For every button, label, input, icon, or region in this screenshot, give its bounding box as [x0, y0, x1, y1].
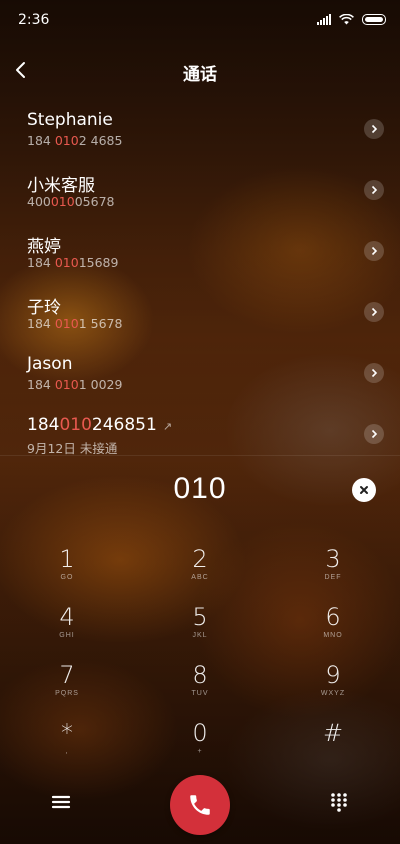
key-star[interactable]: *, [12, 718, 122, 772]
contact-number: 184 0102 4685 [27, 133, 123, 148]
key-0[interactable]: 0 + [145, 718, 255, 772]
bottom-bar [0, 770, 400, 840]
contact-detail-button[interactable] [364, 241, 384, 261]
contact-item[interactable]: 子玲 184 0101 5678 [0, 281, 400, 342]
contact-number: 184 0101 0029 [27, 377, 123, 392]
contact-detail-button[interactable] [364, 363, 384, 383]
key-7[interactable]: 7 PQRS [12, 660, 122, 714]
contact-item[interactable]: Stephanie 184 0102 4685 [0, 98, 400, 159]
header: 通话 [0, 50, 400, 90]
page-title: 通话 [183, 65, 217, 85]
contact-detail-button[interactable] [364, 180, 384, 200]
chevron-right-icon [371, 185, 378, 195]
key-1[interactable]: 1 GO [12, 544, 122, 598]
dialed-number: 010 [173, 472, 227, 505]
chevron-right-icon [371, 246, 378, 256]
menu-button[interactable] [50, 792, 72, 812]
contact-name: Jason [27, 354, 73, 374]
battery-icon [362, 14, 386, 25]
chevron-right-icon [371, 429, 378, 439]
key-8[interactable]: 8 TUV [145, 660, 255, 714]
dialpad-toggle-button[interactable] [330, 792, 348, 812]
contact-detail-button[interactable] [364, 119, 384, 139]
phone-icon [190, 795, 210, 815]
key-5[interactable]: 5 JKL [145, 602, 255, 656]
contact-item[interactable]: 小米客服 40001005678 [0, 159, 400, 220]
contact-name: 燕婷 [27, 237, 61, 257]
key-6[interactable]: 6 MNO [278, 602, 388, 656]
contact-name: 184010246851 ↗ [27, 415, 173, 435]
key-hash[interactable]: # [278, 718, 388, 772]
contact-item[interactable]: Jason 184 0101 0029 [0, 342, 400, 403]
chevron-right-icon [371, 307, 378, 317]
menu-icon [51, 795, 71, 809]
contact-detail-button[interactable] [364, 424, 384, 444]
contact-number: 40001005678 [27, 194, 115, 209]
key-2[interactable]: 2 ABC [145, 544, 255, 598]
status-time: 2:36 [18, 12, 50, 28]
missed-call-icon: ↗ [162, 420, 173, 433]
key-3[interactable]: 3 DEF [278, 544, 388, 598]
chevron-right-icon [371, 124, 378, 134]
dialpad-icon [331, 793, 347, 812]
dial-display: 010 [0, 470, 400, 514]
contact-name: Stephanie [27, 110, 113, 130]
key-9[interactable]: 9 WXYZ [278, 660, 388, 714]
status-bar: 2:36 [0, 0, 400, 40]
key-4[interactable]: 4 GHI [12, 602, 122, 656]
signal-icon [317, 14, 331, 25]
call-button[interactable] [170, 775, 230, 835]
clear-button[interactable] [352, 478, 376, 502]
contact-name: 小米客服 [27, 176, 95, 196]
divider [0, 455, 400, 456]
chevron-right-icon [371, 368, 378, 378]
contact-number: 184 0101 5678 [27, 316, 123, 331]
status-icons [317, 14, 386, 25]
contact-list: Stephanie 184 0102 4685 小米客服 40001005678… [0, 98, 400, 464]
wifi-icon [339, 14, 354, 25]
contact-detail-button[interactable] [364, 302, 384, 322]
contact-number: 184 01015689 [27, 255, 119, 270]
contact-item[interactable]: 燕婷 184 01015689 [0, 220, 400, 281]
contact-name: 子玲 [27, 298, 61, 318]
close-icon [360, 486, 368, 494]
